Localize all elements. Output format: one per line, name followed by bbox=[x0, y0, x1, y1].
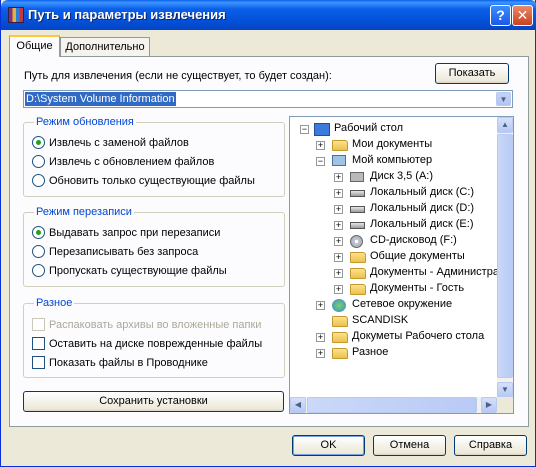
update-mode-group: Режим обновления Извлечь с заменой файло… bbox=[23, 116, 285, 197]
cancel-button[interactable]: Отмена bbox=[373, 435, 446, 456]
tree-item-desktop[interactable]: − Рабочий стол bbox=[290, 121, 490, 137]
window-title: Путь и параметры извлечения bbox=[28, 7, 226, 22]
extraction-dialog: Путь и параметры извлечения ? ✕ Общие До… bbox=[0, 0, 536, 467]
help-title-button[interactable]: ? bbox=[490, 5, 511, 26]
expand-icon[interactable]: + bbox=[334, 205, 343, 214]
scroll-corner bbox=[497, 397, 513, 413]
checkbox-nested-archives: Распаковать архивы во вложенные папки bbox=[32, 318, 261, 334]
path-combobox[interactable]: D:\System Volume Information ▼ bbox=[23, 90, 513, 108]
cd-icon bbox=[350, 235, 363, 248]
radio-button[interactable] bbox=[32, 136, 45, 149]
expand-icon[interactable]: + bbox=[334, 189, 343, 198]
tree-item-shared-documents[interactable]: + Общие документы bbox=[290, 249, 510, 265]
folder-icon bbox=[332, 316, 348, 327]
close-button[interactable]: ✕ bbox=[512, 5, 533, 26]
winrar-icon bbox=[8, 7, 24, 23]
computer-icon bbox=[332, 155, 346, 166]
scroll-right-icon[interactable]: ▶ bbox=[481, 397, 497, 413]
radio-button[interactable] bbox=[32, 226, 45, 239]
collapse-icon[interactable]: − bbox=[300, 125, 309, 134]
folder-tree[interactable]: − Рабочий стол + Мои документы − Мой ком… bbox=[289, 116, 514, 414]
ok-button[interactable]: OK bbox=[292, 435, 365, 456]
tree-item-my-computer[interactable]: − Мой компьютер bbox=[290, 153, 490, 169]
floppy-icon bbox=[350, 172, 364, 182]
radio-skip-existing[interactable]: Пропускать существующие файлы bbox=[32, 264, 227, 280]
overwrite-mode-group: Режим перезаписи Выдавать запрос при пер… bbox=[23, 206, 285, 287]
radio-button[interactable] bbox=[32, 264, 45, 277]
tab-general[interactable]: Общие bbox=[9, 35, 60, 57]
drive-icon bbox=[350, 206, 365, 213]
drive-icon bbox=[350, 190, 365, 197]
radio-replace[interactable]: Извлечь с заменой файлов bbox=[32, 136, 189, 152]
expand-icon[interactable]: + bbox=[316, 349, 325, 358]
tree-item-drive-e[interactable]: + Локальный диск (E:) bbox=[290, 217, 510, 233]
scroll-left-icon[interactable]: ◀ bbox=[290, 397, 306, 413]
horizontal-scroll-thumb[interactable] bbox=[307, 397, 477, 413]
expand-icon[interactable]: + bbox=[334, 285, 343, 294]
scroll-down-icon[interactable]: ▼ bbox=[497, 382, 513, 398]
tree-item-scandisk[interactable]: SCANDISK bbox=[290, 313, 490, 329]
vertical-scrollbar[interactable]: ▲ ▼ bbox=[497, 117, 513, 398]
expand-icon[interactable]: + bbox=[334, 173, 343, 182]
expand-icon[interactable]: + bbox=[334, 253, 343, 262]
tree-item-misc[interactable]: + Разное bbox=[290, 345, 490, 361]
path-label: Путь для извлечения (если не существует,… bbox=[24, 70, 332, 82]
radio-button[interactable] bbox=[32, 245, 45, 258]
folder-icon bbox=[350, 268, 366, 279]
title-bar[interactable]: Путь и параметры извлечения ? ✕ bbox=[1, 0, 536, 30]
radio-ask-overwrite[interactable]: Выдавать запрос при перезаписи bbox=[32, 226, 220, 242]
vertical-scroll-thumb[interactable] bbox=[497, 134, 513, 378]
network-icon bbox=[332, 299, 346, 312]
expand-icon[interactable]: + bbox=[334, 237, 343, 246]
checkbox[interactable] bbox=[32, 356, 45, 369]
expand-icon[interactable]: + bbox=[334, 269, 343, 278]
radio-update[interactable]: Извлечь с обновлением файлов bbox=[32, 155, 214, 171]
checkbox bbox=[32, 318, 45, 331]
tree-item-admin-documents[interactable]: + Документы - Администратор bbox=[290, 265, 513, 281]
folder-icon bbox=[350, 252, 366, 263]
expand-icon[interactable]: + bbox=[334, 221, 343, 230]
horizontal-scrollbar[interactable]: ◀ ▶ bbox=[290, 397, 497, 413]
scroll-up-icon[interactable]: ▲ bbox=[497, 117, 513, 133]
misc-title: Разное bbox=[34, 297, 75, 309]
misc-group: Разное Распаковать архивы во вложенные п… bbox=[23, 297, 285, 378]
path-value: D:\System Volume Information bbox=[25, 92, 176, 106]
radio-button[interactable] bbox=[32, 174, 45, 187]
tree-item-cd-f[interactable]: + CD-дисковод (F:) bbox=[290, 233, 510, 249]
tree-item-desktop-documents[interactable]: + Докуметы Рабочего стола bbox=[290, 329, 500, 345]
tree-item-floppy-a[interactable]: + Диск 3,5 (A:) bbox=[290, 169, 510, 185]
expand-icon[interactable]: + bbox=[316, 301, 325, 310]
help-button[interactable]: Справка bbox=[454, 435, 527, 456]
folder-icon bbox=[350, 284, 366, 295]
tree-item-guest-documents[interactable]: + Документы - Гость bbox=[290, 281, 510, 297]
tab-advanced[interactable]: Дополнительно bbox=[60, 37, 150, 58]
tree-item-drive-c[interactable]: + Локальный диск (C:) bbox=[290, 185, 510, 201]
desktop-icon bbox=[314, 123, 330, 136]
checkbox[interactable] bbox=[32, 337, 45, 350]
radio-button[interactable] bbox=[32, 155, 45, 168]
tree-item-drive-d[interactable]: + Локальный диск (D:) bbox=[290, 201, 510, 217]
radio-refresh-existing[interactable]: Обновить только существующие файлы bbox=[32, 174, 255, 190]
update-mode-title: Режим обновления bbox=[34, 116, 136, 128]
checkbox-keep-broken[interactable]: Оставить на диске поврежденные файлы bbox=[32, 337, 262, 353]
collapse-icon[interactable]: − bbox=[316, 157, 325, 166]
drive-icon bbox=[350, 222, 365, 229]
expand-icon[interactable]: + bbox=[316, 333, 325, 342]
folder-icon bbox=[332, 332, 348, 343]
overwrite-mode-title: Режим перезаписи bbox=[34, 206, 134, 218]
show-button[interactable]: Показать bbox=[435, 63, 509, 84]
tree-item-my-documents[interactable]: + Мои документы bbox=[290, 137, 490, 153]
tree-item-network[interactable]: + Сетевое окружение bbox=[290, 297, 490, 313]
folder-icon bbox=[332, 348, 348, 359]
checkbox-show-in-explorer[interactable]: Показать файлы в Проводнике bbox=[32, 356, 208, 372]
save-settings-button[interactable]: Сохранить установки bbox=[23, 391, 284, 412]
chevron-down-icon[interactable]: ▼ bbox=[496, 92, 511, 106]
folder-icon bbox=[332, 140, 348, 151]
radio-overwrite-silent[interactable]: Перезаписывать без запроса bbox=[32, 245, 198, 261]
expand-icon[interactable]: + bbox=[316, 141, 325, 150]
